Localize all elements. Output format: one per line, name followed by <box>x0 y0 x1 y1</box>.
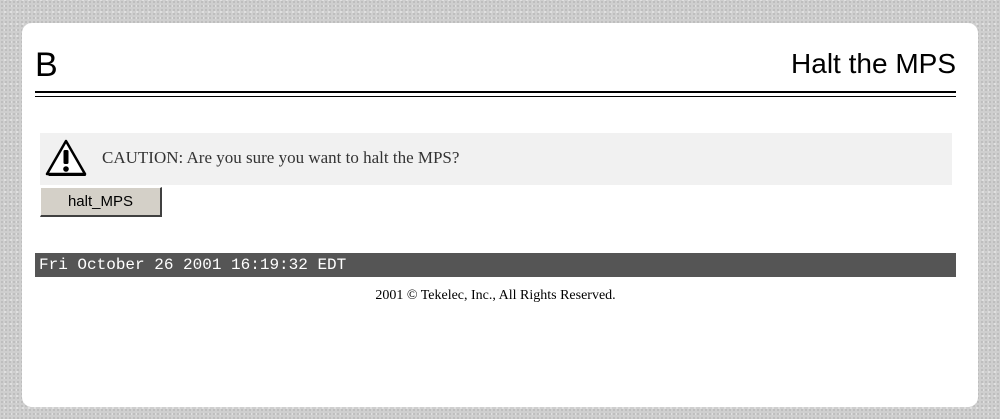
halt-mps-button[interactable]: halt_MPS <box>40 187 162 217</box>
section-letter: B <box>35 46 58 84</box>
page-header: B Halt the MPS <box>35 45 956 89</box>
caution-text: CAUTION: Are you sure you want to halt t… <box>102 148 460 167</box>
caution-message: CAUTION: Are you sure you want to halt t… <box>40 133 952 185</box>
header-divider <box>35 91 956 93</box>
page-title: Halt the MPS <box>791 48 956 79</box>
datetime-status-bar: Fri October 26 2001 16:19:32 EDT <box>35 253 956 277</box>
warning-triangle-icon <box>45 139 87 176</box>
header-divider-secondary <box>35 96 956 97</box>
content-panel: B Halt the MPS CAUTION: Are you sure you… <box>22 23 978 407</box>
copyright-footer: 2001 © Tekelec, Inc., All Rights Reserve… <box>375 288 616 303</box>
